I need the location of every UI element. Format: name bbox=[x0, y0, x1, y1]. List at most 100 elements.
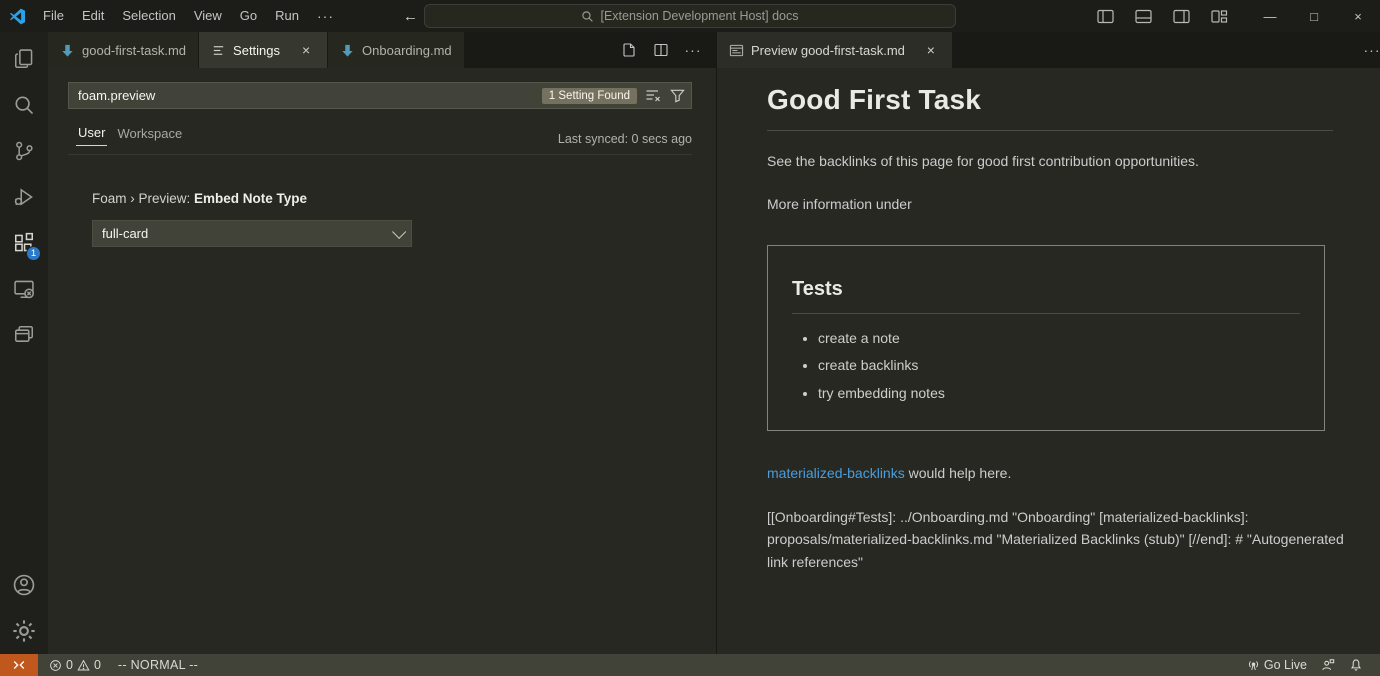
card-heading: Tests bbox=[792, 278, 1300, 314]
workbench: 1 bbox=[0, 32, 1380, 654]
bell-icon bbox=[1349, 658, 1363, 672]
tab-settings[interactable]: Settings × bbox=[199, 32, 328, 68]
editor-group-left: good-first-task.md Settings × Onboarding… bbox=[48, 32, 716, 654]
remote-indicator[interactable] bbox=[0, 654, 38, 676]
markdown-preview-icon bbox=[729, 43, 744, 58]
menu-run[interactable]: Run bbox=[266, 5, 308, 27]
notifications-button[interactable] bbox=[1342, 658, 1370, 672]
accounts-icon[interactable] bbox=[0, 562, 48, 608]
list-item: try embedding notes bbox=[818, 383, 1300, 403]
error-count: 0 bbox=[66, 658, 73, 672]
settings-scope-row: User Workspace Last synced: 0 secs ago bbox=[68, 123, 692, 155]
extensions-icon[interactable]: 1 bbox=[0, 220, 48, 266]
toggle-primary-sidebar-icon[interactable] bbox=[1090, 3, 1120, 29]
reference-paragraph: [[Onboarding#Tests]: ../Onboarding.md "O… bbox=[767, 506, 1345, 574]
preview-paragraph: More information under bbox=[767, 194, 1345, 215]
setting-title: Foam › Preview: Embed Note Type bbox=[92, 191, 716, 206]
more-actions-icon[interactable]: ··· bbox=[1361, 39, 1380, 61]
editor-group-right: Preview good-first-task.md × ··· Good Fi… bbox=[716, 32, 1380, 654]
heading-rule bbox=[767, 130, 1333, 131]
vim-mode-indicator[interactable]: -- NORMAL -- bbox=[118, 658, 198, 672]
warning-icon bbox=[77, 659, 90, 672]
setting-category: Foam › Preview: bbox=[92, 191, 194, 206]
source-control-icon[interactable] bbox=[0, 128, 48, 174]
card-bullet-list: create a note create backlinks try embed… bbox=[818, 328, 1300, 403]
more-actions-icon[interactable]: ··· bbox=[682, 39, 704, 61]
menu-view[interactable]: View bbox=[185, 5, 231, 27]
menu-file[interactable]: File bbox=[34, 5, 73, 27]
explorer-icon[interactable] bbox=[0, 36, 48, 82]
split-editor-icon[interactable] bbox=[650, 39, 672, 61]
command-center-title: [Extension Development Host] docs bbox=[600, 9, 798, 23]
markdown-preview: Good First Task See the backlinks of thi… bbox=[717, 68, 1380, 654]
menu-selection[interactable]: Selection bbox=[113, 5, 184, 27]
list-item: create a note bbox=[818, 328, 1300, 348]
run-debug-icon[interactable] bbox=[0, 174, 48, 220]
activity-bar: 1 bbox=[0, 32, 48, 654]
menu-overflow[interactable]: ··· bbox=[308, 5, 343, 27]
window-minimize-button[interactable]: — bbox=[1248, 0, 1292, 32]
tab-good-first-task[interactable]: good-first-task.md bbox=[48, 32, 199, 68]
settings-search-value: foam.preview bbox=[78, 88, 542, 103]
search-icon bbox=[581, 10, 594, 23]
extensions-badge: 1 bbox=[26, 246, 41, 261]
toggle-secondary-sidebar-icon[interactable] bbox=[1166, 3, 1196, 29]
tab-preview-good-first-task[interactable]: Preview good-first-task.md × bbox=[717, 32, 953, 68]
preview-heading: Good First Task bbox=[767, 84, 1345, 116]
editor-windows-icon[interactable] bbox=[0, 312, 48, 358]
settings-gear-icon[interactable] bbox=[0, 608, 48, 654]
toggle-panel-icon[interactable] bbox=[1128, 3, 1158, 29]
tab-label: Preview good-first-task.md bbox=[751, 43, 905, 58]
error-icon bbox=[49, 659, 62, 672]
settings-editor: foam.preview 1 Setting Found User bbox=[48, 68, 716, 654]
embedded-note-card: Tests create a note create backlinks try… bbox=[767, 245, 1325, 431]
go-live-button[interactable]: Go Live bbox=[1240, 658, 1314, 672]
remote-icon bbox=[12, 658, 26, 672]
clear-settings-search-icon[interactable] bbox=[645, 88, 662, 103]
link-paragraph: materialized-backlinks would help here. bbox=[767, 463, 1345, 484]
filter-icon[interactable] bbox=[670, 88, 685, 103]
broadcast-icon bbox=[1247, 659, 1260, 672]
problems-indicator[interactable]: 0 0 bbox=[42, 658, 108, 672]
customize-layout-icon[interactable] bbox=[1204, 3, 1234, 29]
tab-close-icon[interactable]: × bbox=[297, 41, 315, 59]
chevron-down-icon bbox=[392, 224, 406, 238]
last-synced-label: Last synced: 0 secs ago bbox=[558, 132, 692, 146]
remote-explorer-icon[interactable] bbox=[0, 266, 48, 312]
settings-results-badge: 1 Setting Found bbox=[542, 88, 637, 104]
setting-name: Embed Note Type bbox=[194, 191, 307, 206]
left-tab-strip: good-first-task.md Settings × Onboarding… bbox=[48, 32, 716, 68]
tab-onboarding[interactable]: Onboarding.md bbox=[328, 32, 465, 68]
open-preview-icon[interactable] bbox=[618, 39, 640, 61]
tab-label: Settings bbox=[233, 43, 280, 58]
navigate-back-icon[interactable]: ← bbox=[403, 8, 418, 25]
go-live-label: Go Live bbox=[1264, 658, 1307, 672]
link-tail-text: would help here. bbox=[905, 465, 1012, 481]
command-center-search[interactable]: [Extension Development Host] docs bbox=[424, 4, 956, 28]
vscode-logo-icon bbox=[0, 8, 34, 25]
window-maximize-button[interactable]: □ bbox=[1292, 0, 1336, 32]
title-bar: File Edit Selection View Go Run ··· ← → … bbox=[0, 0, 1380, 32]
warning-count: 0 bbox=[94, 658, 101, 672]
tab-close-icon[interactable]: × bbox=[922, 41, 940, 59]
feedback-button[interactable] bbox=[1314, 658, 1342, 672]
list-item: create backlinks bbox=[818, 355, 1300, 375]
markdown-file-icon bbox=[60, 43, 75, 58]
scope-tab-user[interactable]: User bbox=[76, 123, 107, 146]
setting-embed-note-type: Foam › Preview: Embed Note Type full-car… bbox=[92, 191, 716, 247]
embed-note-type-select[interactable]: full-card bbox=[92, 220, 412, 247]
select-value: full-card bbox=[102, 226, 148, 241]
search-view-icon[interactable] bbox=[0, 82, 48, 128]
right-tab-strip: Preview good-first-task.md × ··· bbox=[717, 32, 1380, 68]
preview-paragraph: See the backlinks of this page for good … bbox=[767, 151, 1345, 172]
window-close-button[interactable]: × bbox=[1336, 0, 1380, 32]
settings-list-icon bbox=[211, 43, 226, 58]
materialized-backlinks-link[interactable]: materialized-backlinks bbox=[767, 465, 905, 481]
menu-edit[interactable]: Edit bbox=[73, 5, 113, 27]
status-bar: 0 0 -- NORMAL -- Go Live bbox=[0, 654, 1380, 676]
tab-label: good-first-task.md bbox=[82, 43, 186, 58]
settings-search-input[interactable]: foam.preview 1 Setting Found bbox=[68, 82, 692, 109]
scope-tab-workspace[interactable]: Workspace bbox=[115, 124, 184, 146]
menu-go[interactable]: Go bbox=[231, 5, 266, 27]
editor-groups: good-first-task.md Settings × Onboarding… bbox=[48, 32, 1380, 654]
